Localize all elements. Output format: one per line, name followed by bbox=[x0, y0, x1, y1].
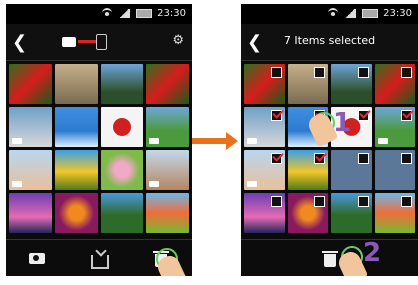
trash-icon bbox=[321, 251, 338, 267]
video-thumbnail[interactable] bbox=[244, 150, 285, 190]
select-checkbox-checked[interactable] bbox=[270, 153, 282, 164]
selection-title: 7 Items selected bbox=[283, 34, 376, 47]
select-checkbox[interactable] bbox=[401, 196, 412, 207]
thumbnail[interactable] bbox=[100, 193, 144, 233]
select-checkbox[interactable] bbox=[357, 153, 369, 164]
select-checkbox-checked[interactable] bbox=[314, 153, 325, 164]
thumbnail-grid bbox=[9, 64, 189, 233]
delete-button[interactable] bbox=[319, 247, 341, 269]
thumbnail[interactable] bbox=[54, 64, 98, 104]
thumbnail[interactable] bbox=[287, 150, 328, 190]
thumbnail[interactable] bbox=[9, 64, 52, 104]
image-placeholder[interactable] bbox=[331, 150, 372, 190]
video-icon bbox=[12, 138, 22, 144]
video-thumbnail[interactable] bbox=[146, 150, 189, 190]
thumbnail[interactable] bbox=[331, 193, 372, 233]
video-thumbnail[interactable] bbox=[9, 150, 52, 190]
switch-track bbox=[78, 40, 96, 43]
thumbnail[interactable] bbox=[100, 64, 144, 104]
thumbnail[interactable] bbox=[244, 193, 285, 233]
thumbnail[interactable] bbox=[100, 107, 144, 147]
select-checkbox[interactable] bbox=[357, 67, 369, 78]
step-number-2: 2 bbox=[363, 238, 382, 268]
clock: 23:30 bbox=[157, 8, 186, 19]
thumbnail[interactable] bbox=[54, 107, 98, 147]
thumbnail-grid bbox=[244, 64, 415, 233]
video-thumbnail[interactable] bbox=[9, 107, 52, 147]
status-bar: 23:30 bbox=[6, 4, 192, 24]
video-icon bbox=[149, 138, 160, 144]
selection-toolbar bbox=[241, 239, 418, 276]
thumbnail[interactable] bbox=[287, 64, 328, 104]
phone-icon bbox=[96, 34, 107, 50]
video-placeholder[interactable] bbox=[374, 150, 415, 190]
gallery-screen: 23:30 ❮ ⚙ bbox=[6, 4, 192, 276]
status-icons bbox=[102, 8, 152, 18]
thumbnail[interactable] bbox=[287, 193, 328, 233]
thumbnail[interactable] bbox=[54, 193, 98, 233]
back-icon[interactable]: ❮ bbox=[12, 32, 27, 53]
thumbnail[interactable] bbox=[54, 150, 98, 190]
status-icons bbox=[328, 8, 378, 18]
wifi-icon bbox=[328, 8, 338, 18]
thumbnail[interactable] bbox=[100, 150, 144, 190]
step-number-1: 1 bbox=[333, 108, 352, 138]
battery-icon bbox=[362, 8, 378, 18]
upload-icon bbox=[91, 255, 109, 269]
select-checkbox[interactable] bbox=[270, 67, 282, 78]
thumbnail[interactable] bbox=[244, 64, 285, 104]
gallery-header: ❮ ⚙ bbox=[6, 24, 192, 61]
select-checkbox[interactable] bbox=[314, 196, 325, 207]
wifi-icon bbox=[102, 8, 112, 18]
battery-icon bbox=[136, 8, 152, 18]
video-icon bbox=[12, 181, 22, 187]
video-icon bbox=[247, 181, 257, 187]
video-icon bbox=[149, 181, 160, 187]
select-checkbox[interactable] bbox=[314, 67, 325, 78]
select-checkbox[interactable] bbox=[401, 153, 412, 164]
thumbnail[interactable] bbox=[331, 64, 372, 104]
select-checkbox[interactable] bbox=[401, 67, 412, 78]
signal-icon bbox=[118, 8, 130, 18]
clock: 23:30 bbox=[383, 8, 412, 19]
thumbnail[interactable] bbox=[374, 193, 415, 233]
camera-gallery-switch[interactable] bbox=[62, 34, 112, 50]
thumbnail[interactable] bbox=[374, 64, 415, 104]
select-checkbox-checked[interactable] bbox=[401, 110, 412, 121]
thumbnail[interactable] bbox=[9, 193, 52, 233]
select-checkbox-checked[interactable] bbox=[357, 110, 369, 121]
video-thumbnail[interactable] bbox=[374, 107, 415, 147]
camera-icon bbox=[62, 37, 76, 47]
signal-icon bbox=[344, 8, 356, 18]
thumbnail[interactable] bbox=[146, 193, 189, 233]
selection-header: ❮ 7 Items selected bbox=[241, 24, 418, 61]
camera-icon bbox=[29, 253, 45, 264]
upload-button[interactable] bbox=[88, 247, 110, 269]
video-thumbnail[interactable] bbox=[146, 107, 189, 147]
selection-screen: 23:30 ❮ 7 Items selected 1 2 bbox=[241, 4, 418, 276]
camera-button[interactable] bbox=[26, 247, 48, 269]
gear-icon[interactable]: ⚙ bbox=[172, 33, 184, 48]
select-checkbox[interactable] bbox=[357, 196, 369, 207]
status-bar: 23:30 bbox=[241, 4, 418, 24]
select-checkbox[interactable] bbox=[270, 196, 282, 207]
select-checkbox-checked[interactable] bbox=[270, 110, 282, 121]
video-icon bbox=[377, 138, 388, 144]
video-icon bbox=[247, 138, 257, 144]
transition-arrow bbox=[192, 132, 238, 150]
video-thumbnail[interactable] bbox=[244, 107, 285, 147]
thumbnail[interactable] bbox=[146, 64, 189, 104]
